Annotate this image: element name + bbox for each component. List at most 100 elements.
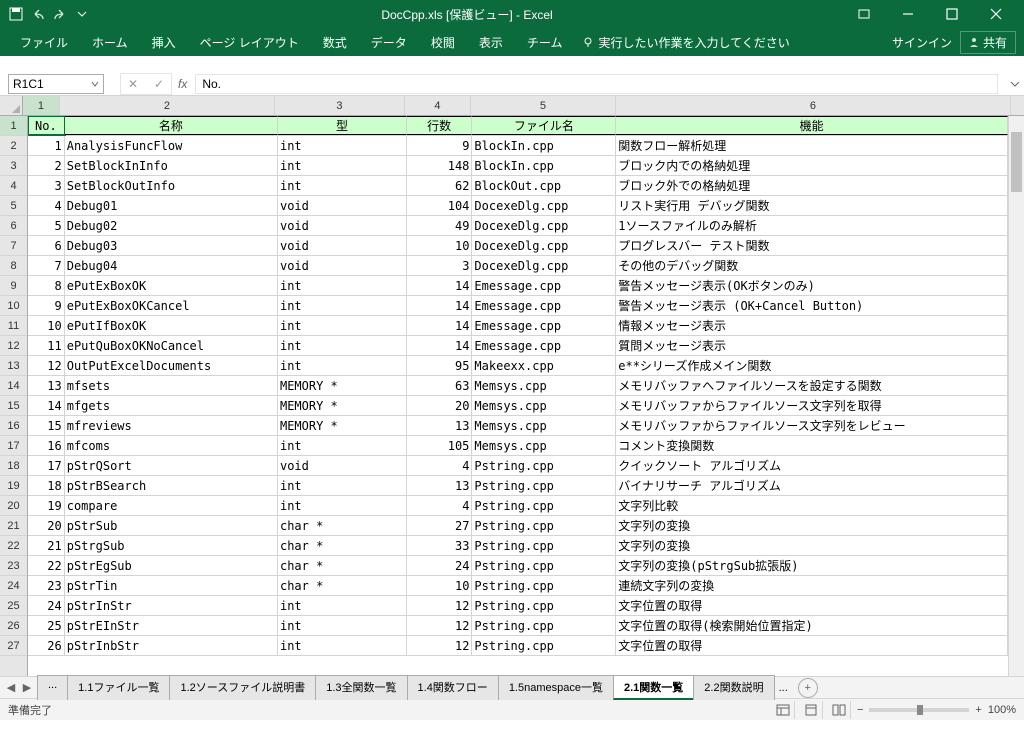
table-row[interactable]: 11ePutQuBoxOKNoCancelint14Emessage.cpp質問… xyxy=(28,336,1008,356)
cell[interactable]: 20 xyxy=(28,516,65,535)
cell[interactable]: 5 xyxy=(28,216,65,235)
cell[interactable]: 12 xyxy=(407,596,472,615)
ribbon-tab-home[interactable]: ホーム xyxy=(80,28,140,56)
cell[interactable]: 20 xyxy=(407,396,472,415)
row-header[interactable]: 23 xyxy=(0,556,27,576)
cell[interactable]: mfreviews xyxy=(65,416,278,435)
cell[interactable]: 12 xyxy=(407,636,472,655)
sheet-tab[interactable]: 1.1ファイル一覧 xyxy=(67,675,170,700)
cell[interactable]: 24 xyxy=(407,556,472,575)
scrollbar-thumb[interactable] xyxy=(1011,132,1022,192)
table-row[interactable]: 16mfcomsint105Memsys.cppコメント変換関数 xyxy=(28,436,1008,456)
view-normal-icon[interactable] xyxy=(773,701,795,719)
ribbon-tab-file[interactable]: ファイル xyxy=(8,28,80,56)
cell[interactable]: Pstring.cpp xyxy=(472,556,616,575)
cell[interactable]: OutPutExcelDocuments xyxy=(65,356,278,375)
row-header[interactable]: 21 xyxy=(0,516,27,536)
undo-icon[interactable] xyxy=(30,6,46,22)
cell[interactable]: Emessage.cpp xyxy=(472,296,616,315)
qat-dropdown-icon[interactable] xyxy=(74,6,90,22)
cell[interactable]: 14 xyxy=(407,316,472,335)
row-header[interactable]: 16 xyxy=(0,416,27,436)
sheet-tab[interactable]: ... xyxy=(37,675,68,700)
cell[interactable]: pStrInStr xyxy=(65,596,278,615)
cell[interactable]: Emessage.cpp xyxy=(472,316,616,335)
row-header[interactable]: 4 xyxy=(0,176,27,196)
cell[interactable]: Memsys.cpp xyxy=(472,376,616,395)
table-row[interactable]: 15mfreviewsMEMORY *13Memsys.cppメモリバッファから… xyxy=(28,416,1008,436)
row-header[interactable]: 3 xyxy=(0,156,27,176)
ribbon-options-icon[interactable] xyxy=(844,0,884,28)
ribbon-tab-insert[interactable]: 挿入 xyxy=(140,28,188,56)
redo-icon[interactable] xyxy=(52,6,68,22)
cell[interactable]: クイックソート アルゴリズム xyxy=(616,456,1008,475)
cell[interactable]: void xyxy=(278,216,407,235)
cell[interactable]: 10 xyxy=(407,236,472,255)
table-row[interactable]: 9ePutExBoxOKCancelint14Emessage.cpp警告メッセ… xyxy=(28,296,1008,316)
cell[interactable]: int xyxy=(278,336,407,355)
cell[interactable]: 95 xyxy=(407,356,472,375)
cell[interactable]: mfgets xyxy=(65,396,278,415)
cell[interactable]: 21 xyxy=(28,536,65,555)
cell[interactable]: ePutExBoxOKCancel xyxy=(65,296,278,315)
row-header[interactable]: 13 xyxy=(0,356,27,376)
cell[interactable]: Pstring.cpp xyxy=(472,636,616,655)
cell[interactable]: Pstring.cpp xyxy=(472,616,616,635)
cell[interactable]: Makeexx.cpp xyxy=(472,356,616,375)
ribbon-tab-team[interactable]: チーム xyxy=(515,28,575,56)
cell[interactable]: 105 xyxy=(407,436,472,455)
cell[interactable]: Memsys.cpp xyxy=(472,396,616,415)
row-header[interactable]: 1 xyxy=(0,116,27,136)
row-header[interactable]: 22 xyxy=(0,536,27,556)
cell[interactable]: BlockIn.cpp xyxy=(472,136,616,155)
table-header-cell[interactable]: 行数 xyxy=(407,116,472,135)
cell[interactable]: 14 xyxy=(407,336,472,355)
table-header-cell[interactable]: ファイル名 xyxy=(472,116,616,135)
table-row[interactable]: 18pStrBSearchint13Pstring.cppバイナリサーチ アルゴ… xyxy=(28,476,1008,496)
cell[interactable]: ePutQuBoxOKNoCancel xyxy=(65,336,278,355)
cell[interactable]: 連続文字列の変換 xyxy=(616,576,1008,595)
cell[interactable]: mfcoms xyxy=(65,436,278,455)
row-header[interactable]: 19 xyxy=(0,476,27,496)
cell[interactable]: 文字列比較 xyxy=(616,496,1008,515)
cell[interactable]: int xyxy=(278,136,407,155)
cell[interactable]: 12 xyxy=(407,616,472,635)
col-header[interactable]: 1 xyxy=(23,96,60,115)
cell[interactable]: pStrEgSub xyxy=(65,556,278,575)
cell[interactable]: 33 xyxy=(407,536,472,555)
cell[interactable]: mfsets xyxy=(65,376,278,395)
enter-formula-icon[interactable]: ✓ xyxy=(147,74,171,94)
tab-prev-icon[interactable]: ◀ xyxy=(4,681,18,695)
row-header[interactable]: 26 xyxy=(0,616,27,636)
cell[interactable]: int xyxy=(278,616,407,635)
ribbon-tab-view[interactable]: 表示 xyxy=(467,28,515,56)
cell[interactable]: 22 xyxy=(28,556,65,575)
cell[interactable]: 1 xyxy=(28,136,65,155)
cell[interactable]: 10 xyxy=(407,576,472,595)
table-row[interactable]: 19compareint4Pstring.cpp文字列比較 xyxy=(28,496,1008,516)
col-header[interactable]: 6 xyxy=(616,96,1011,115)
cell[interactable]: Pstring.cpp xyxy=(472,596,616,615)
cell[interactable]: 49 xyxy=(407,216,472,235)
cell[interactable]: ePutIfBoxOK xyxy=(65,316,278,335)
share-button[interactable]: 共有 xyxy=(960,31,1016,54)
row-header[interactable]: 12 xyxy=(0,336,27,356)
cell[interactable]: DocexeDlg.cpp xyxy=(472,256,616,275)
cell[interactable]: 9 xyxy=(28,296,65,315)
cell[interactable]: void xyxy=(278,236,407,255)
cell[interactable]: リスト実行用 デバッグ関数 xyxy=(616,196,1008,215)
expand-formula-icon[interactable] xyxy=(1006,79,1024,89)
table-row[interactable]: 4Debug01void104DocexeDlg.cppリスト実行用 デバッグ関… xyxy=(28,196,1008,216)
cell[interactable]: char * xyxy=(278,536,407,555)
select-all-corner[interactable] xyxy=(0,96,23,116)
cell[interactable]: int xyxy=(278,176,407,195)
sheet-tab[interactable]: 1.5namespace一覧 xyxy=(498,675,614,700)
row-header[interactable]: 11 xyxy=(0,316,27,336)
col-header[interactable]: 5 xyxy=(471,96,616,115)
cell[interactable]: 1ソースファイルのみ解析 xyxy=(616,216,1008,235)
cell[interactable]: 4 xyxy=(28,196,65,215)
sheet-tab[interactable]: 2.2関数説明 xyxy=(693,675,774,700)
cell[interactable]: int xyxy=(278,436,407,455)
table-row[interactable]: 10ePutIfBoxOKint14Emessage.cpp情報メッセージ表示 xyxy=(28,316,1008,336)
row-header[interactable]: 6 xyxy=(0,216,27,236)
